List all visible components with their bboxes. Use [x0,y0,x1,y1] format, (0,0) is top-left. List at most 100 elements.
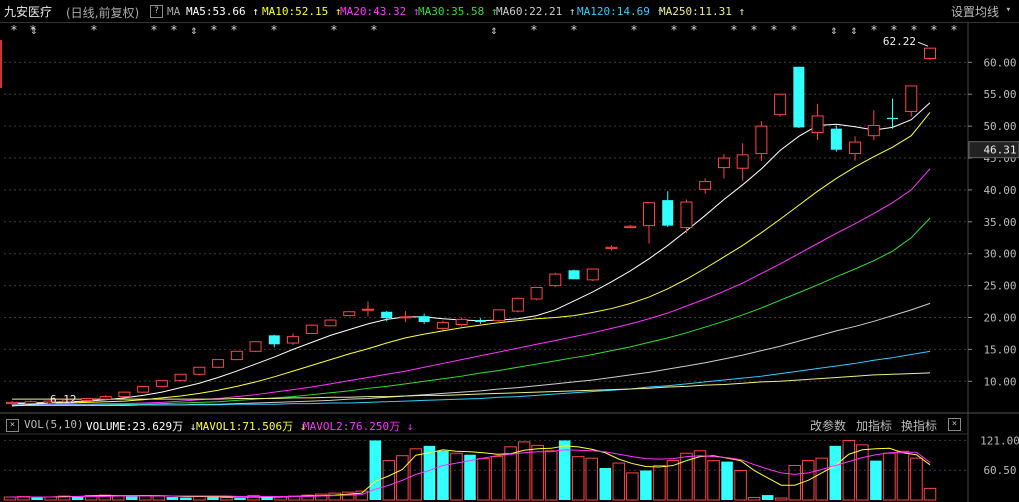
event-marker: * [870,23,877,37]
candle-body [624,225,637,229]
panel-close-icon[interactable]: × [948,418,961,431]
volume-bar [152,495,166,501]
candle-body [99,396,112,400]
price-tick-label: 20.00 [983,312,1016,325]
volume-bar [490,456,504,501]
candle [586,268,599,282]
event-marker: * [270,23,277,37]
volume-bar [896,450,910,501]
candle [755,121,768,162]
candle-body [755,125,768,155]
event-marker: * [230,23,237,37]
candle [887,98,899,129]
event-marker: ⇕ [850,23,857,37]
candle [399,311,412,322]
candle [830,125,842,152]
candle [905,85,918,117]
volume-bar [261,497,273,500]
candle [155,380,168,388]
ma-line-ma20 [12,168,931,406]
edit-params-button[interactable]: 改参数 [810,417,846,434]
event-marker: * [630,23,637,37]
volume-bar [829,445,842,500]
event-marker: * [330,23,337,37]
candle-body [605,246,618,250]
candle [118,391,131,398]
candle-body [230,350,243,361]
candle [249,341,262,352]
volume-bar [612,462,626,501]
close-icon[interactable]: × [6,419,19,432]
price-tick-label: 60.00 [983,56,1016,69]
event-marker: * [29,23,36,37]
volume-item-0: VOLUME:23.629万 ↓ [86,420,197,433]
candle [361,301,374,317]
price-tick-label: 35.00 [983,216,1016,229]
candle-body [642,202,655,227]
ma-line-ma30 [12,217,931,407]
volume-bar [126,496,138,500]
add-indicator-button[interactable]: 加指标 [856,417,892,434]
event-marker: * [170,23,177,37]
candle-body [717,157,730,169]
volume-tick-label: 60.50 [983,464,1016,477]
event-marker: * [790,23,797,37]
candle-body [905,85,918,112]
candle-body [137,385,150,393]
candle [287,333,300,345]
candle [924,47,936,60]
candle-body [361,308,374,311]
event-marker: * [210,23,217,37]
candle [642,202,655,244]
volume-bar [599,468,612,500]
volume-bar [396,455,409,501]
volume-bar [815,457,829,501]
candle [381,311,393,322]
high-annotation-arrow [917,41,929,47]
candle-body [381,311,393,319]
candle-body [699,181,712,190]
left-edge-marker [0,40,2,88]
candle-body [305,324,318,334]
event-marker: * [770,23,777,37]
low-annotation: 6.12 [50,393,77,406]
volume-bar [707,460,720,501]
candle [849,136,862,161]
event-marker: * [670,23,677,37]
candle-body [6,401,18,405]
candle [811,103,824,141]
volume-bar [234,498,246,500]
high-annotation: 62.22 [883,35,916,48]
volume-bar [166,497,179,500]
candle-body [811,115,824,134]
candle [793,66,805,129]
candle-body [586,268,599,281]
candle-body [568,270,580,280]
candle-body [418,316,430,322]
price-tick-label: 50.00 [983,120,1016,133]
candle [324,319,337,327]
volume-indicator-label: VOL(5,10) [24,418,84,431]
candle [230,350,243,361]
candle [268,334,280,348]
switch-indicator-button[interactable]: 换指标 [901,417,937,434]
candle [174,373,187,382]
candle [80,397,93,402]
candle [511,297,524,313]
volume-tick-label: 121.00 [980,434,1019,447]
volume-bar [328,492,341,501]
price-tick-label: 55.00 [983,88,1016,101]
volume-bar [31,497,43,500]
event-marker: * [530,23,537,37]
candle-body [511,297,524,312]
candle-body [474,320,486,322]
volume-bar [747,497,761,501]
candle [418,313,430,324]
candle [568,269,580,280]
candle-body [793,66,805,128]
event-marker: * [370,23,377,37]
volume-bar [734,469,747,501]
candle-body [399,316,412,319]
candle-body [530,287,543,300]
volume-bar [870,460,882,500]
